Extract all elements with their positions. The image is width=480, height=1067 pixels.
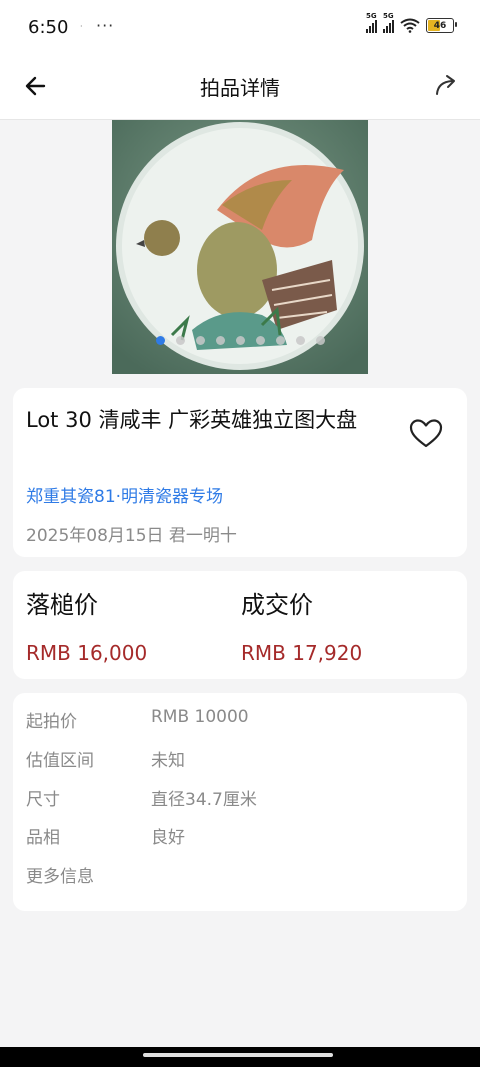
lot-title: Lot 30 清咸丰 广彩英雄独立图大盘 bbox=[26, 408, 358, 432]
status-time: 6:50 bbox=[28, 17, 69, 38]
status-indicator: · bbox=[80, 22, 83, 31]
carousel-dot[interactable] bbox=[255, 336, 265, 345]
carousel-dot[interactable] bbox=[315, 336, 325, 345]
share-icon[interactable] bbox=[432, 71, 460, 99]
detail-key: 品相 bbox=[26, 828, 60, 848]
detail-value: 直径34.7厘米 bbox=[151, 790, 257, 810]
more-info-link[interactable]: 更多信息 bbox=[26, 862, 94, 887]
detail-value: 良好 bbox=[151, 828, 185, 848]
signal-icon: 5G bbox=[366, 12, 377, 33]
carousel-dot[interactable] bbox=[295, 336, 305, 345]
wifi-icon bbox=[400, 18, 420, 33]
detail-key: 起拍价 bbox=[26, 712, 77, 732]
carousel-dot[interactable] bbox=[215, 336, 225, 345]
battery-level: 46 bbox=[433, 20, 447, 31]
signal-icon-2: 5G bbox=[383, 12, 394, 33]
lot-info-card: Lot 30 清咸丰 广彩英雄独立图大盘 郑重其瓷81·明清瓷器专场 2025年… bbox=[13, 388, 467, 557]
battery-icon: 46 bbox=[426, 18, 457, 33]
detail-key: 估值区间 bbox=[26, 751, 94, 771]
carousel-dot[interactable] bbox=[235, 336, 245, 345]
deal-price-value: RMB 17,920 bbox=[241, 641, 363, 665]
signal-label: 5G bbox=[366, 11, 377, 20]
status-icons: 5G 5G 46 bbox=[366, 12, 457, 33]
gesture-navigation-bar bbox=[0, 1047, 480, 1067]
carousel-dot[interactable] bbox=[155, 336, 165, 345]
page-title: 拍品详情 bbox=[200, 76, 280, 100]
status-more: ··· bbox=[96, 16, 115, 35]
hammer-price-label: 落槌价 bbox=[26, 591, 98, 619]
hammer-price-value: RMB 16,000 bbox=[26, 641, 148, 665]
detail-value: 未知 bbox=[151, 751, 185, 771]
lot-image-carousel[interactable] bbox=[112, 120, 368, 374]
detail-key: 尺寸 bbox=[26, 790, 60, 810]
deal-price-label: 成交价 bbox=[241, 591, 313, 619]
heart-icon[interactable] bbox=[409, 418, 443, 450]
carousel-dot[interactable] bbox=[275, 336, 285, 345]
status-bar: 6:50 · ··· 5G 5G 46 bbox=[0, 0, 480, 58]
home-indicator[interactable] bbox=[143, 1053, 333, 1057]
price-card: 落槌价 RMB 16,000 成交价 RMB 17,920 bbox=[13, 571, 467, 679]
detail-value: RMB 10000 bbox=[151, 707, 249, 727]
carousel-indicators bbox=[112, 336, 368, 345]
app-header: 拍品详情 bbox=[0, 58, 480, 120]
auction-session-link[interactable]: 郑重其瓷81·明清瓷器专场 bbox=[26, 482, 223, 507]
signal-label-2: 5G bbox=[383, 11, 394, 20]
carousel-dot[interactable] bbox=[175, 336, 185, 345]
auction-date: 2025年08月15日 君一明十 bbox=[26, 526, 237, 546]
carousel-dot[interactable] bbox=[195, 336, 205, 345]
details-card: 起拍价 RMB 10000 估值区间 未知 尺寸 直径34.7厘米 品相 良好 … bbox=[13, 693, 467, 911]
